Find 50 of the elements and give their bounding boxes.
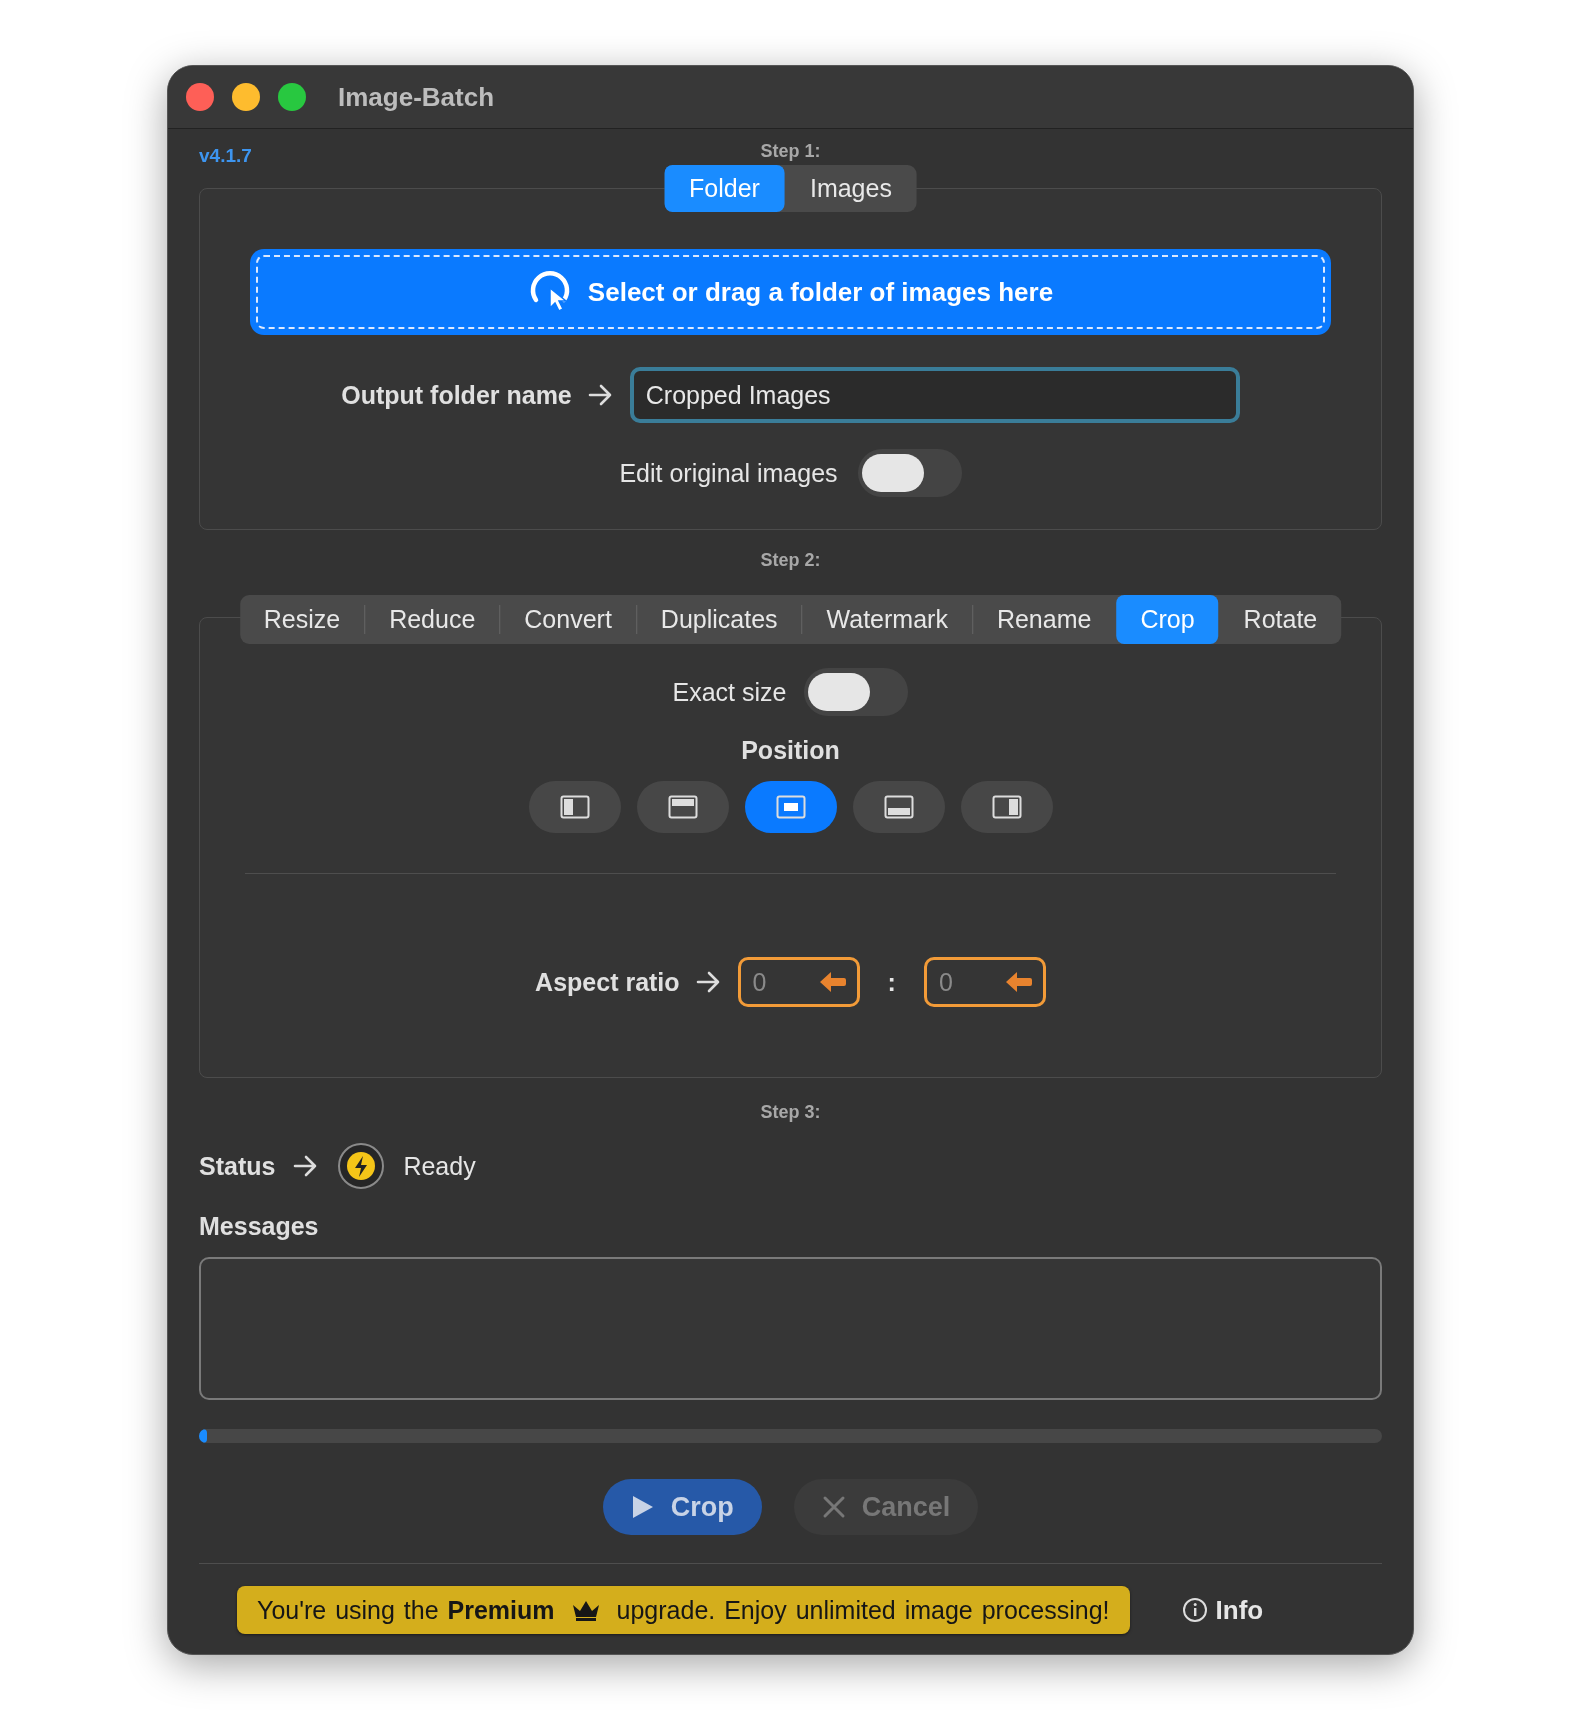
operation-tab[interactable]: Convert xyxy=(500,595,636,644)
messages-label: Messages xyxy=(199,1212,319,1240)
status-text: Ready xyxy=(403,1151,476,1181)
banner-text: upgrade. Enjoy unlimited image processing! xyxy=(616,1595,1110,1625)
position-button[interactable] xyxy=(744,781,837,833)
ratio-separator: : xyxy=(887,967,896,997)
step-label: Step 1: xyxy=(760,141,821,161)
output-folder-label: Output folder name xyxy=(341,380,572,410)
crop-position-icon xyxy=(667,795,698,819)
arrow-icon xyxy=(695,971,722,993)
crop-position-icon xyxy=(775,795,806,819)
toggle-switch[interactable] xyxy=(804,668,909,716)
close-button[interactable] xyxy=(186,83,214,111)
position-button[interactable] xyxy=(636,781,729,833)
step-label: Step 3: xyxy=(760,1102,821,1122)
toggle-switch[interactable] xyxy=(857,449,962,497)
source-tab[interactable]: Images xyxy=(784,165,917,212)
operation-tab[interactable]: Rename xyxy=(972,595,1116,644)
play-icon xyxy=(630,1494,655,1520)
step-label: Step 2: xyxy=(760,550,821,570)
position-label: Position xyxy=(741,736,840,764)
info-icon xyxy=(1181,1597,1208,1623)
aspect-ratio-field[interactable]: 0 xyxy=(923,957,1046,1007)
operation-tab[interactable]: Resize xyxy=(239,595,365,644)
output-folder-field[interactable]: Cropped Images xyxy=(629,367,1240,423)
crop-position-icon xyxy=(883,795,914,819)
close-icon xyxy=(821,1495,846,1519)
operation-tab[interactable]: Watermark xyxy=(802,595,972,644)
status-label: Status xyxy=(199,1151,276,1181)
crop-position-icon xyxy=(991,795,1022,819)
operation-tab[interactable]: Duplicates xyxy=(636,595,802,644)
zoom-button[interactable] xyxy=(278,83,306,111)
folder-drop-zone[interactable]: Select or drag a folder of images here xyxy=(250,249,1331,335)
position-button[interactable] xyxy=(852,781,945,833)
minimize-button[interactable] xyxy=(232,83,260,111)
position-button[interactable] xyxy=(528,781,621,833)
operation-tab[interactable]: Rotate xyxy=(1219,595,1342,644)
version-label: v4.1.7 xyxy=(199,145,252,167)
banner-text: You're using the Premium xyxy=(257,1595,555,1625)
arrow-icon xyxy=(587,384,614,406)
info-button[interactable]: Info xyxy=(1175,1593,1270,1627)
position-button[interactable] xyxy=(960,781,1053,833)
crop-position-icon xyxy=(559,795,590,819)
window-title: Image-Batch xyxy=(338,81,495,113)
bolt-icon xyxy=(337,1142,386,1190)
edit-original-label: Edit original images xyxy=(619,458,838,488)
aspect-ratio-field[interactable]: 0 xyxy=(737,957,860,1007)
operation-tab[interactable]: Reduce xyxy=(365,595,500,644)
aspect-ratio-label: Aspect ratio xyxy=(535,967,680,997)
exact-size-label: Exact size xyxy=(672,677,787,707)
